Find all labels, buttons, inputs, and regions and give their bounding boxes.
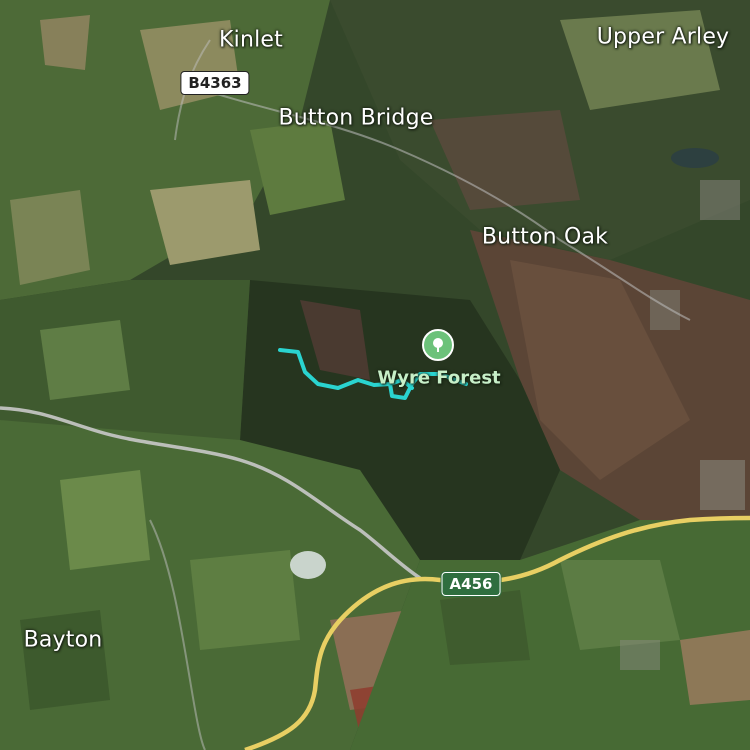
place-label-upper-arley[interactable]: Upper Arley <box>597 25 730 50</box>
poi-marker-wyre-forest[interactable] <box>422 329 454 361</box>
place-label-button-oak[interactable]: Button Oak <box>482 225 608 250</box>
place-label-kinlet[interactable]: Kinlet <box>219 28 283 53</box>
road-shield-b4363: B4363 <box>180 71 250 95</box>
place-label-bayton[interactable]: Bayton <box>24 628 103 653</box>
satellite-map[interactable]: Kinlet Upper Arley Button Bridge Button … <box>0 0 750 750</box>
place-label-button-bridge[interactable]: Button Bridge <box>279 106 434 131</box>
road-shield-a456: A456 <box>441 572 501 596</box>
tree-icon <box>433 338 443 352</box>
poi-label-wyre-forest[interactable]: Wyre Forest <box>377 368 500 389</box>
